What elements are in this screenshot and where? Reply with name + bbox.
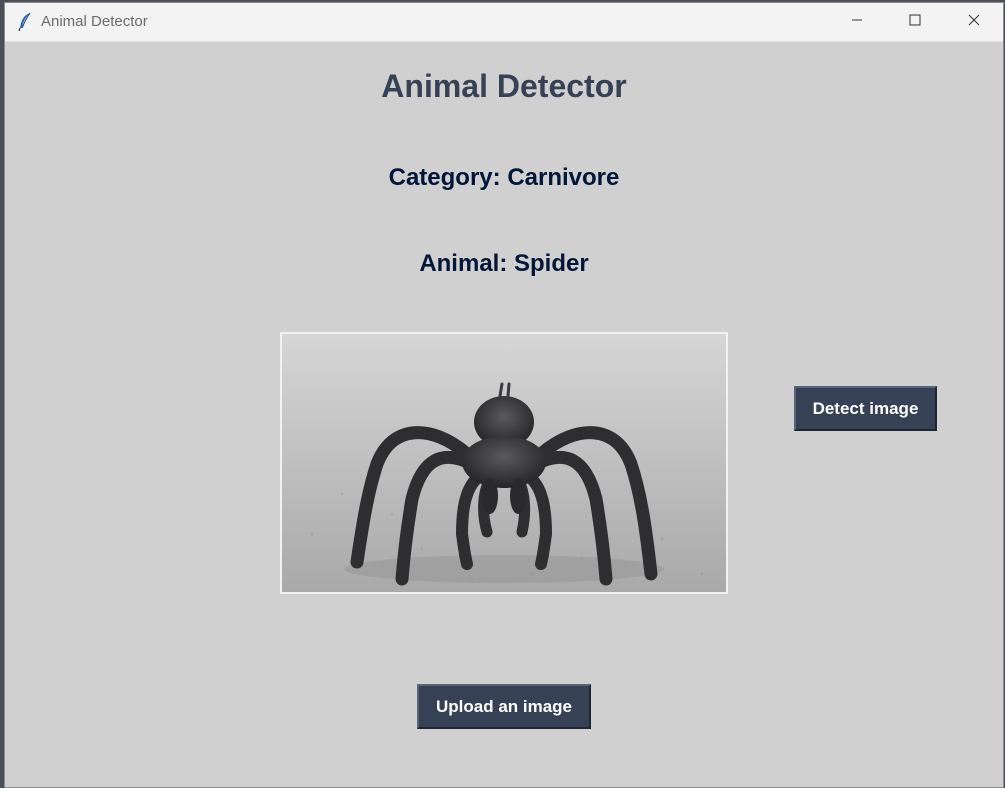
maximize-button[interactable] (886, 3, 944, 41)
minimize-button[interactable] (828, 3, 886, 41)
close-icon (968, 13, 980, 31)
uploaded-image (280, 332, 728, 594)
maximize-icon (909, 13, 921, 31)
close-button[interactable] (945, 3, 1003, 41)
minimize-icon (851, 13, 863, 31)
spider-image (282, 334, 726, 592)
app-window: Animal Detector Animal Detector Category… (4, 2, 1004, 788)
category-label: Category: Carnivore (388, 164, 620, 191)
window-title: Animal Detector (41, 13, 148, 30)
animal-label: Animal: Spider (419, 250, 589, 277)
feather-icon (17, 12, 33, 32)
page-title: Animal Detector (381, 68, 627, 104)
upload-image-button[interactable]: Upload an image (417, 684, 591, 729)
title-bar[interactable]: Animal Detector (5, 3, 1003, 42)
detect-image-button[interactable]: Detect image (794, 386, 937, 431)
